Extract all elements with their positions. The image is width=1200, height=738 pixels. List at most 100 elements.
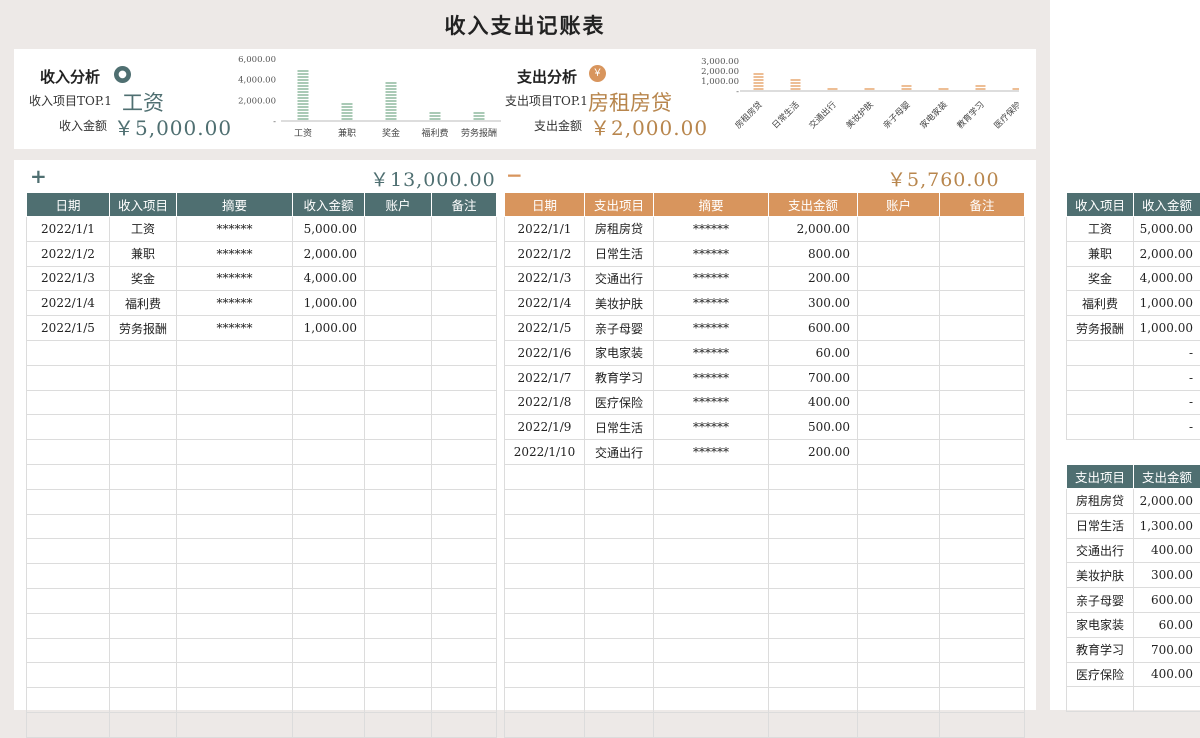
income-table-cell[interactable]: 劳务报酬 [110,316,177,341]
expense-header-note[interactable]: 备注 [940,193,1025,217]
expense-table-cell[interactable]: 800.00 [769,241,858,266]
income-summary-cell[interactable] [1067,390,1134,415]
expense-table-cell[interactable] [654,613,769,638]
expense-table-cell[interactable] [940,340,1025,365]
expense-table-cell[interactable]: 300.00 [769,291,858,316]
income-summary-cell[interactable]: 1,000.00 [1134,316,1200,341]
income-table-cell[interactable] [27,688,110,713]
expense-summary-cell[interactable]: 医疗保险 [1067,662,1134,687]
income-table-cell[interactable] [177,514,293,539]
expense-table-cell[interactable]: 交通出行 [585,440,654,465]
income-table-cell[interactable] [293,712,365,737]
income-table-cell[interactable] [365,390,432,415]
expense-table-cell[interactable]: 2022/1/4 [505,291,585,316]
income-header-amount[interactable]: 收入金额 [293,193,365,217]
income-table-cell[interactable] [27,588,110,613]
expense-table-cell[interactable]: 200.00 [769,266,858,291]
income-table-cell[interactable] [365,266,432,291]
income-table-cell[interactable]: 5,000.00 [293,217,365,242]
expense-table-cell[interactable] [505,539,585,564]
expense-table-cell[interactable] [858,390,940,415]
income-table-cell[interactable] [110,638,177,663]
expense-table-cell[interactable] [585,638,654,663]
expense-header-date[interactable]: 日期 [505,193,585,217]
income-table-cell[interactable] [177,340,293,365]
income-table-cell[interactable] [365,291,432,316]
expense-summary-cell[interactable]: 700.00 [1134,637,1200,662]
expense-table-cell[interactable] [940,564,1025,589]
income-summary-cell[interactable] [1067,365,1134,390]
income-table-cell[interactable] [365,415,432,440]
income-table-cell[interactable] [27,365,110,390]
income-table-cell[interactable] [110,688,177,713]
income-table-cell[interactable] [27,489,110,514]
expense-table-cell[interactable] [769,613,858,638]
expense-summary-cell[interactable]: 400.00 [1134,538,1200,563]
expense-table-cell[interactable]: 亲子母婴 [585,316,654,341]
expense-table-cell[interactable] [654,464,769,489]
expense-table-cell[interactable] [769,638,858,663]
expense-table-cell[interactable] [585,489,654,514]
income-summary-header-item[interactable]: 收入项目 [1067,193,1134,217]
income-table-cell[interactable] [293,564,365,589]
income-table-cell[interactable] [177,464,293,489]
expense-table-cell[interactable] [940,390,1025,415]
income-table-cell[interactable]: 2022/1/2 [27,241,110,266]
expense-table-cell[interactable] [585,588,654,613]
expense-table-cell[interactable] [585,514,654,539]
expense-table-cell[interactable] [585,712,654,737]
expense-summary-cell[interactable] [1067,687,1134,712]
expense-table-cell[interactable] [654,588,769,613]
expense-table-cell[interactable] [858,291,940,316]
income-table-cell[interactable] [27,514,110,539]
expense-table-cell[interactable] [940,514,1025,539]
expense-table-cell[interactable]: ****** [654,390,769,415]
expense-summary-cell[interactable]: 日常生活 [1067,513,1134,538]
expense-table-cell[interactable] [858,539,940,564]
income-table-cell[interactable] [432,365,497,390]
expense-table-cell[interactable]: 房租房贷 [585,217,654,242]
income-table-cell[interactable] [27,415,110,440]
income-table-cell[interactable]: 4,000.00 [293,266,365,291]
income-table-cell[interactable]: 2022/1/5 [27,316,110,341]
income-table-cell[interactable] [110,340,177,365]
expense-table-cell[interactable] [505,514,585,539]
income-table-cell[interactable] [177,390,293,415]
expense-table-cell[interactable] [654,663,769,688]
income-summary-cell[interactable]: - [1134,415,1200,440]
income-table-cell[interactable] [177,712,293,737]
expense-table-cell[interactable] [940,291,1025,316]
income-table-cell[interactable]: ****** [177,266,293,291]
expense-table-cell[interactable]: ****** [654,266,769,291]
income-table-cell[interactable] [432,316,497,341]
expense-table-cell[interactable] [505,588,585,613]
income-summary-cell[interactable]: - [1134,340,1200,365]
income-table-cell[interactable] [110,489,177,514]
expense-table-cell[interactable]: 200.00 [769,440,858,465]
income-table-cell[interactable] [27,613,110,638]
income-header-date[interactable]: 日期 [27,193,110,217]
income-table-cell[interactable] [177,588,293,613]
income-table-cell[interactable]: 1,000.00 [293,316,365,341]
expense-table-cell[interactable] [940,415,1025,440]
income-table-cell[interactable] [365,613,432,638]
expense-table-cell[interactable] [505,489,585,514]
income-table-cell[interactable]: ****** [177,316,293,341]
expense-table-cell[interactable] [769,588,858,613]
income-table-cell[interactable] [432,588,497,613]
expense-summary-cell[interactable]: 2,000.00 [1134,489,1200,514]
expense-table-cell[interactable] [858,688,940,713]
expense-table-cell[interactable] [769,464,858,489]
expense-table-cell[interactable] [940,266,1025,291]
expense-table-cell[interactable]: 交通出行 [585,266,654,291]
income-table-cell[interactable] [432,613,497,638]
income-table-cell[interactable] [432,489,497,514]
expense-table-cell[interactable] [505,638,585,663]
expense-table-cell[interactable]: 500.00 [769,415,858,440]
income-table-cell[interactable] [365,241,432,266]
expense-table-cell[interactable] [858,365,940,390]
expense-table-cell[interactable]: 2022/1/8 [505,390,585,415]
expense-table-cell[interactable] [585,539,654,564]
expense-table-cell[interactable]: 2022/1/2 [505,241,585,266]
income-table-cell[interactable] [432,266,497,291]
